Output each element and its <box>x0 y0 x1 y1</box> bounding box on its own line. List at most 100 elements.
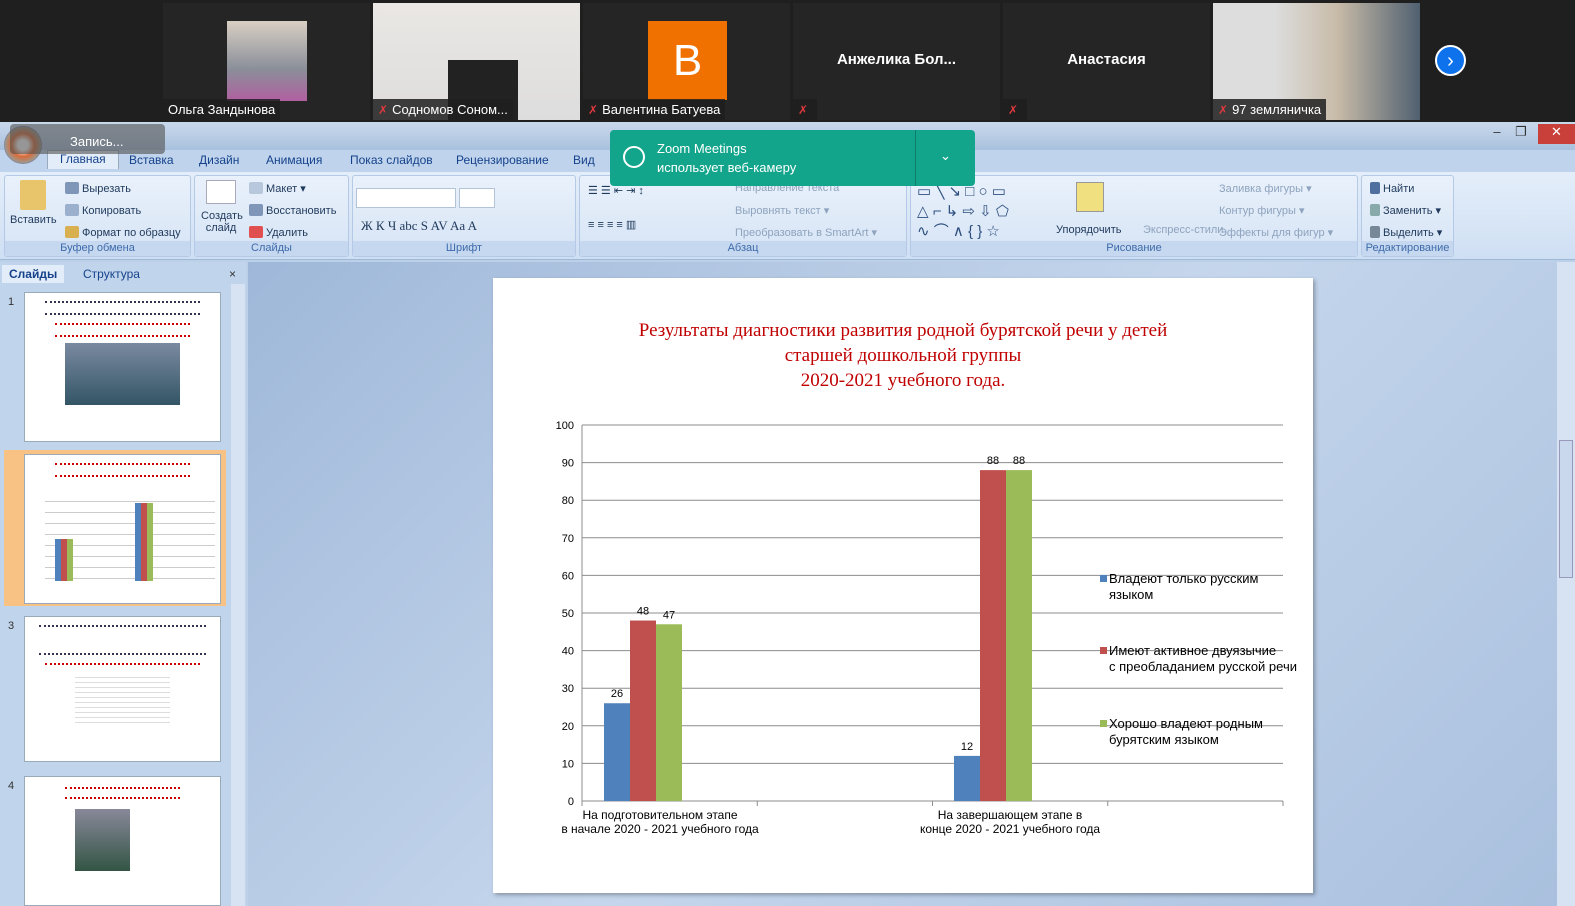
slide-number: 1 <box>8 296 15 308</box>
tab-design[interactable]: Дизайн <box>199 153 239 167</box>
copy-icon <box>65 204 79 216</box>
align-buttons[interactable]: ≡ ≡ ≡ ≡ ▥ <box>588 218 636 231</box>
zoom-notification[interactable]: Zoom Meetings использует веб-камеру ⌄ <box>610 130 975 186</box>
cursor-icon <box>1370 226 1380 238</box>
slide-thumbnail[interactable] <box>24 776 221 906</box>
bar-1-2 <box>1006 470 1032 801</box>
webcam-icon <box>623 146 645 168</box>
y-tick-label: 20 <box>562 721 574 733</box>
mic-muted-icon: ✗ <box>1008 103 1019 117</box>
slide-thumbnail[interactable] <box>24 292 221 442</box>
x-category-label: На подготовительном этапе <box>582 808 737 822</box>
y-tick-label: 90 <box>562 458 574 470</box>
vertical-scrollbar[interactable] <box>1557 262 1575 906</box>
group-label: Слайды <box>195 241 348 256</box>
group-editing: Найти Заменить ▾ Выделить ▾ Редактирован… <box>1361 175 1454 257</box>
notification-message: использует веб-камеру <box>657 160 797 175</box>
legend-swatch <box>1100 647 1107 654</box>
slide-number: 4 <box>8 780 15 792</box>
chevron-down-icon[interactable]: ⌄ <box>940 148 951 164</box>
slide-thumbnail-selected[interactable] <box>24 454 221 604</box>
slides-panel: Слайды Структура × 1 2 3 4 <box>0 262 246 906</box>
legend-label: языком <box>1109 587 1153 602</box>
bar-0-0 <box>604 703 630 801</box>
slide[interactable]: Результаты диагностики развития родной б… <box>493 278 1313 893</box>
participant-tile[interactable]: В ✗ Валентина Батуева <box>583 3 790 120</box>
participant-tile[interactable]: Анжелика Бол... ✗ <box>793 3 1000 120</box>
clipboard-icon <box>20 180 46 210</box>
layout-button[interactable]: Макет ▾ <box>249 182 306 195</box>
participant-name: Анастасия <box>1067 51 1146 68</box>
format-painter-button[interactable]: Формат по образцу <box>65 226 181 239</box>
tab-insert[interactable]: Вставка <box>129 153 174 167</box>
quick-styles-button[interactable]: Экспресс-стили <box>1143 224 1223 236</box>
tab-animation[interactable]: Анимация <box>266 153 322 167</box>
y-tick-label: 30 <box>562 683 574 695</box>
divider <box>915 130 916 186</box>
panel-scrollbar[interactable] <box>231 284 245 906</box>
tab-slides[interactable]: Слайды <box>2 265 65 283</box>
slide-thumbnail[interactable] <box>24 616 221 762</box>
layout-icon <box>249 182 263 194</box>
font-format-buttons[interactable]: Ж К Ч abc S AV Aa A <box>361 218 477 234</box>
legend-label: Хорошо владеют родным <box>1109 716 1263 731</box>
cut-button[interactable]: Вырезать <box>65 182 131 195</box>
reset-button[interactable]: Восстановить <box>249 204 336 217</box>
restore-button[interactable]: ❐ <box>1506 124 1536 144</box>
mic-muted-icon: ✗ <box>1218 103 1229 117</box>
x-category-label: в начале 2020 - 2021 учебного года <box>561 822 759 836</box>
tab-outline[interactable]: Структура <box>76 265 147 283</box>
bar-chart: 0 10 20 30 40 50 60 70 80 90 100 26 48 47 На подготови… <box>556 420 1297 836</box>
shapes-gallery[interactable]: ▭ ╲ ↘ □ ○ ▭ △ ⌐ ↳ ⇨ ⇩ ⬠ ∿ ⌒ ∧ { } ☆ <box>917 182 1009 242</box>
tab-slideshow[interactable]: Показ слайдов <box>350 153 433 167</box>
group-label: Шрифт <box>353 241 575 256</box>
shape-fill-button[interactable]: Заливка фигуры ▾ <box>1219 182 1312 195</box>
delete-slide-button[interactable]: Удалить <box>249 226 308 239</box>
close-button[interactable]: ✕ <box>1538 124 1575 144</box>
paste-button[interactable]: Вставить <box>10 180 57 226</box>
y-tick-label: 0 <box>568 796 574 808</box>
legend-label: Имеют активное двуязычие <box>1109 643 1276 658</box>
next-page-button[interactable]: › <box>1435 45 1466 76</box>
arrange-icon <box>1076 182 1104 212</box>
shape-effects-button[interactable]: Эффекты для фигур ▾ <box>1219 226 1333 239</box>
slide-number: 3 <box>8 620 15 632</box>
avatar: В <box>648 21 727 100</box>
smartart-button[interactable]: Преобразовать в SmartArt ▾ <box>735 226 877 239</box>
arrange-button[interactable]: Упорядочить <box>1056 224 1121 236</box>
copy-button[interactable]: Копировать <box>65 204 141 217</box>
data-label: 88 <box>1013 455 1025 467</box>
font-size-select[interactable] <box>459 188 495 208</box>
tab-review[interactable]: Рецензирование <box>456 153 549 167</box>
mic-muted-icon: ✗ <box>798 103 809 117</box>
legend-label: бурятским языком <box>1109 732 1219 747</box>
replace-icon <box>1370 204 1380 216</box>
replace-button[interactable]: Заменить ▾ <box>1370 204 1441 217</box>
binoculars-icon <box>1370 182 1380 194</box>
bar-1-0 <box>954 755 980 801</box>
tab-view[interactable]: Вид <box>573 153 595 167</box>
participant-tile[interactable]: ✗ Содномов Соном... <box>373 3 580 120</box>
recording-indicator: Запись... <box>10 124 165 154</box>
close-panel-icon[interactable]: × <box>222 265 243 283</box>
new-slide-button[interactable]: Создать слайд <box>201 180 243 234</box>
mic-muted-icon: ✗ <box>588 103 599 117</box>
align-text-button[interactable]: Выровнять текст ▾ <box>735 204 829 217</box>
y-tick-label: 10 <box>562 758 574 770</box>
y-tick-label: 60 <box>562 570 574 582</box>
mic-muted-icon: ✗ <box>378 103 389 117</box>
shape-outline-button[interactable]: Контур фигуры ▾ <box>1219 204 1305 217</box>
group-clipboard: Вставить Вырезать Копировать Формат по о… <box>4 175 191 257</box>
find-button[interactable]: Найти <box>1370 182 1414 195</box>
participant-tile[interactable]: ✗ 97 земляничка <box>1213 3 1420 120</box>
group-label: Редактирование <box>1362 241 1453 256</box>
select-button[interactable]: Выделить ▾ <box>1370 226 1442 239</box>
new-slide-icon <box>206 180 236 204</box>
data-label: 26 <box>611 688 623 700</box>
font-family-select[interactable] <box>356 188 456 208</box>
data-label: 48 <box>637 606 649 618</box>
participant-tile[interactable]: Ольга Зандынова <box>163 3 370 120</box>
legend-swatch <box>1100 720 1107 727</box>
x-category-label: конце 2020 - 2021 учебного года <box>920 822 1100 836</box>
participant-tile[interactable]: Анастасия ✗ <box>1003 3 1210 120</box>
